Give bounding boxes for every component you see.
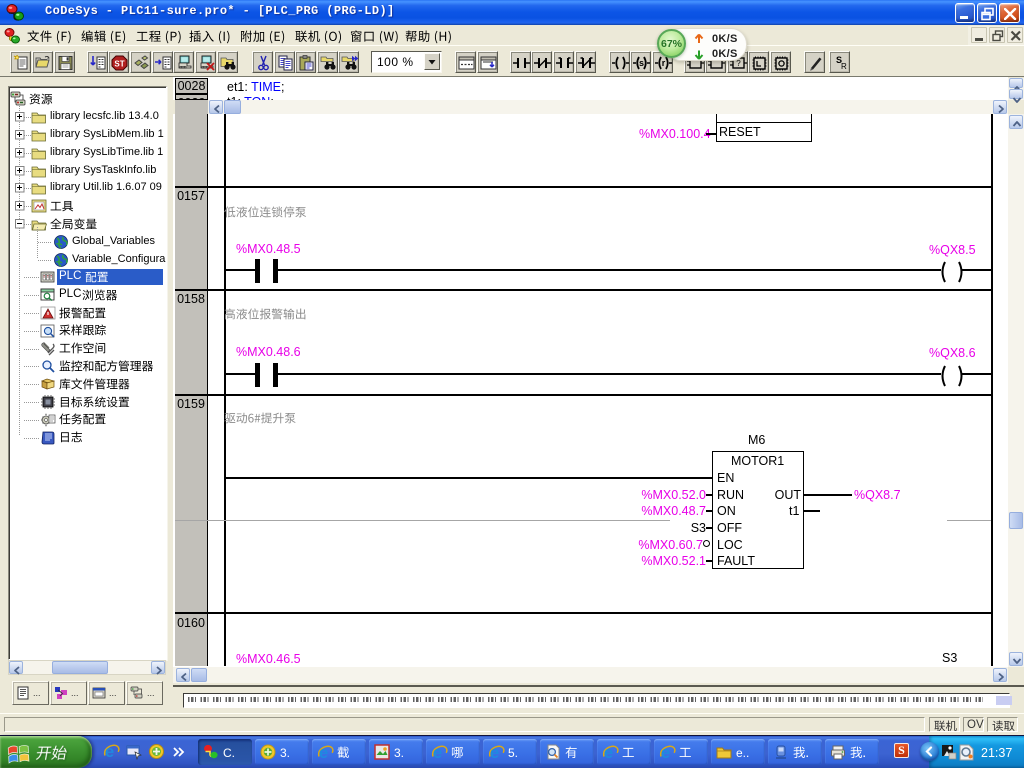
svg-text:e: e: [490, 744, 499, 761]
svg-text:s: s: [639, 58, 644, 68]
svg-text:?: ?: [736, 59, 741, 68]
svg-text:r: r: [661, 58, 665, 68]
svg-text:e: e: [105, 743, 114, 760]
svg-text:R: R: [841, 62, 847, 71]
svg-text:e: e: [433, 744, 442, 761]
svg-text:ST: ST: [114, 60, 124, 69]
svg-text:e: e: [661, 744, 670, 761]
svg-text:e: e: [604, 744, 613, 761]
svg-text:e: e: [319, 744, 328, 761]
